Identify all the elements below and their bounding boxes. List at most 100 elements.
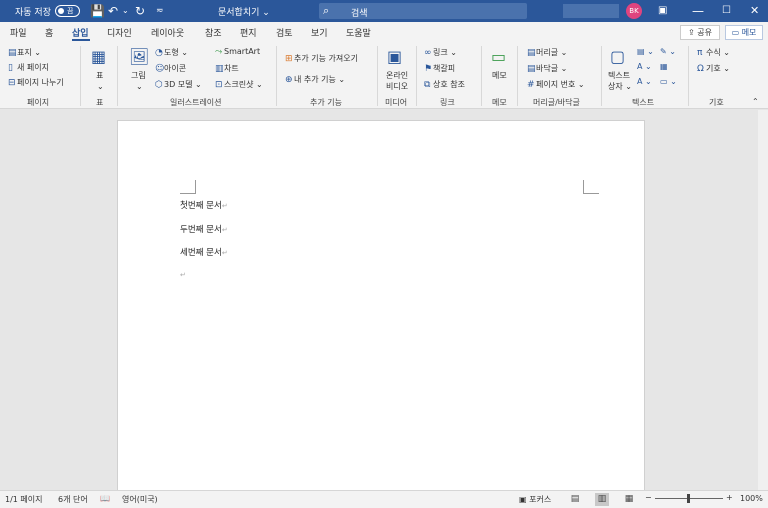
tab-review[interactable]: 검토 [276, 26, 293, 39]
close-icon[interactable]: ✕ [750, 3, 759, 19]
cross-reference-button[interactable]: ⧉ 상호 참조 [424, 79, 465, 90]
blank-page-button[interactable]: ▯ 새 페이지 [8, 62, 49, 73]
proofing-icon[interactable]: 📖 [100, 494, 110, 503]
text-box-icon[interactable]: ▢ [610, 48, 625, 66]
omega-icon: Ω [697, 64, 704, 74]
collapse-ribbon-icon[interactable]: ⌃ [752, 97, 759, 106]
text-box-button-line2[interactable]: 상자 ⌄ [608, 81, 632, 92]
group-label-addins: 추가 기능 [310, 98, 342, 107]
account-name[interactable] [563, 4, 619, 18]
drop-cap-icon[interactable]: A ⌄ [637, 77, 652, 86]
new-comment-icon[interactable]: ▭ [491, 48, 506, 66]
tab-insert[interactable]: 삽입 [72, 26, 89, 39]
pictures-dropdown-icon[interactable]: ⌄ [136, 82, 143, 91]
link-label: 링크 ⌄ [433, 48, 457, 57]
tab-view[interactable]: 보기 [311, 26, 328, 39]
shapes-button[interactable]: ◔도형 ⌄ [155, 47, 188, 58]
save-icon[interactable]: 💾 [90, 3, 105, 19]
pictures-button[interactable]: 그림 [131, 70, 146, 81]
object-icon[interactable]: ▭ ⌄ [660, 77, 677, 86]
tab-help[interactable]: 도움말 [346, 26, 371, 39]
paragraph[interactable]: 세번째 문서↵ [180, 246, 228, 258]
tab-layout[interactable]: 레이아웃 [151, 26, 184, 39]
tab-design[interactable]: 디자인 [107, 26, 132, 39]
page-break-button[interactable]: ⊟페이지 나누기 [8, 77, 64, 88]
quick-parts-icon[interactable]: ▤ ⌄ [637, 47, 654, 56]
3d-models-button[interactable]: ⬡3D 모델 ⌄ [155, 79, 202, 90]
paragraph-text: 두번째 문서 [180, 225, 222, 235]
new-comment-button[interactable]: 메모 [492, 70, 507, 81]
language-status[interactable]: 영어(미국) [122, 494, 158, 505]
page-number-icon: # [527, 80, 535, 90]
focus-mode-button[interactable]: ▣ 포커스 [519, 494, 551, 505]
screenshot-button[interactable]: ⊡스크린샷 ⌄ [215, 79, 263, 90]
document-page[interactable]: 첫번째 문서↵ 두번째 문서↵ 세번째 문서↵ ↵ [117, 120, 645, 492]
signature-line-icon[interactable]: ✎ ⌄ [660, 47, 676, 56]
minimize-icon[interactable]: — [692, 3, 704, 19]
share-button[interactable]: ⇪ 공유 [680, 25, 720, 40]
ribbon-display-icon[interactable]: ▣ [658, 3, 667, 19]
my-addins-button[interactable]: ⊕내 추가 기능 ⌄ [285, 74, 345, 85]
blank-page-label: 새 페이지 [17, 63, 49, 72]
footer-button[interactable]: ▤바닥글 ⌄ [527, 63, 567, 74]
online-video-button[interactable]: 온라인 [386, 70, 408, 81]
pi-icon: π [697, 48, 703, 58]
header-button[interactable]: ▤머리글 ⌄ [527, 47, 567, 58]
search-input[interactable]: ⌕ 검색 [319, 3, 527, 19]
icons-button[interactable]: ☺아이콘 [155, 63, 186, 74]
chart-button[interactable]: ▥차트 [215, 63, 239, 74]
table-icon[interactable]: ▦ [91, 48, 106, 66]
tab-references[interactable]: 참조 [205, 26, 222, 39]
tab-file[interactable]: 파일 [10, 26, 27, 39]
smartart-button[interactable]: ⤳ SmartArt [215, 47, 260, 57]
zoom-in-button[interactable]: + [726, 493, 733, 502]
word-count[interactable]: 6개 단어 [58, 494, 88, 505]
comments-button[interactable]: ▭ 메모 [725, 25, 763, 40]
undo-dropdown-icon[interactable]: ⌄ [122, 3, 129, 19]
table-button[interactable]: 표 [96, 70, 103, 81]
paragraph[interactable]: 두번째 문서↵ [180, 223, 228, 235]
header-label: 머리글 ⌄ [536, 48, 568, 57]
avatar[interactable]: BK [626, 3, 642, 19]
customize-toolbar-icon[interactable]: ≂ [156, 3, 164, 19]
cover-page-button[interactable]: ▤표지 ⌄ [8, 47, 41, 58]
pictures-icon[interactable]: 🖼 [129, 48, 149, 66]
symbol-label: 기호 ⌄ [706, 64, 730, 73]
document-title[interactable]: 문서합치기 ⌄ [218, 5, 270, 18]
status-bar: 1/1 페이지 6개 단어 📖 영어(미국) ▣ 포커스 ▤ ▥ ▦ − + 1… [0, 490, 768, 508]
read-mode-icon[interactable]: ▤ [568, 493, 582, 506]
redo-icon[interactable]: ↻ [135, 3, 145, 19]
zoom-level[interactable]: 100% [740, 494, 763, 503]
wordart-icon[interactable]: A ⌄ [637, 62, 652, 71]
empty-paragraph[interactable]: ↵ [180, 270, 186, 280]
group-label-text: 텍스트 [632, 98, 655, 107]
link-button[interactable]: ∞ 링크 ⌄ [424, 47, 457, 58]
page-number-button[interactable]: #페이지 번호 ⌄ [527, 79, 585, 90]
autosave-toggle[interactable]: 끔 [55, 5, 80, 17]
table-dropdown-icon[interactable]: ⌄ [97, 82, 104, 91]
zoom-slider-thumb[interactable] [687, 494, 690, 503]
symbol-button[interactable]: Ω 기호 ⌄ [697, 63, 730, 74]
tab-mailings[interactable]: 편지 [240, 26, 257, 39]
page-count[interactable]: 1/1 페이지 [5, 494, 43, 505]
zoom-out-button[interactable]: − [645, 493, 652, 502]
date-time-icon[interactable]: ▦ [660, 62, 668, 71]
chart-icon: ▥ [215, 64, 224, 74]
paragraph-text: 세번째 문서 [180, 248, 222, 258]
share-icon: ⇪ [688, 28, 698, 37]
maximize-icon[interactable]: ☐ [722, 3, 731, 19]
vertical-scrollbar[interactable] [758, 110, 768, 490]
online-video-button-line2[interactable]: 비디오 [386, 81, 408, 92]
print-layout-icon[interactable]: ▥ [595, 493, 609, 506]
web-layout-icon[interactable]: ▦ [622, 493, 636, 506]
tab-home[interactable]: 홈 [45, 26, 53, 39]
bookmark-button[interactable]: ⚑책갈피 [424, 63, 455, 74]
paragraph[interactable]: 첫번째 문서↵ [180, 199, 228, 211]
paragraph-mark: ↵ [221, 202, 228, 210]
equation-button[interactable]: π 수식 ⌄ [697, 47, 730, 58]
get-addins-button[interactable]: ⊞추가 기능 가져오기 [285, 53, 358, 64]
online-video-icon[interactable]: ▣ [387, 48, 402, 66]
text-box-button[interactable]: 텍스트 [608, 70, 630, 81]
search-icon: ⌕ [323, 4, 330, 17]
undo-icon[interactable]: ↶ [108, 3, 118, 19]
